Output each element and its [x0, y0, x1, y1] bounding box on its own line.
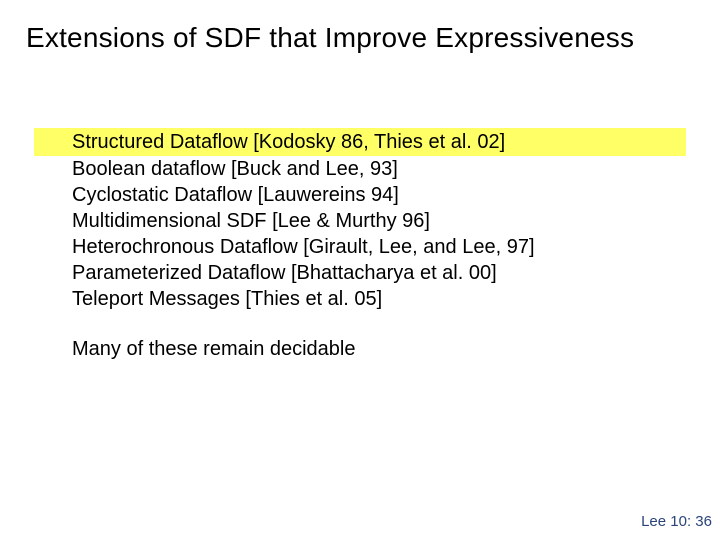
list-item: Cyclostatic Dataflow [Lauwereins 94]	[34, 182, 686, 208]
slide: Extensions of SDF that Improve Expressiv…	[0, 0, 720, 540]
body-content: Structured Dataflow [Kodosky 86, Thies e…	[34, 128, 686, 362]
list-item: Boolean dataflow [Buck and Lee, 93]	[34, 156, 686, 182]
note-line: Many of these remain decidable	[34, 336, 686, 362]
slide-footer: Lee 10: 36	[641, 513, 712, 530]
list-item: Structured Dataflow [Kodosky 86, Thies e…	[34, 128, 686, 156]
slide-title: Extensions of SDF that Improve Expressiv…	[26, 22, 700, 54]
list-item: Multidimensional SDF [Lee & Murthy 96]	[34, 208, 686, 234]
list-item: Parameterized Dataflow [Bhattacharya et …	[34, 260, 686, 286]
spacer	[34, 312, 686, 336]
list-item: Teleport Messages [Thies et al. 05]	[34, 286, 686, 312]
highlighted-item: Structured Dataflow [Kodosky 86, Thies e…	[34, 128, 686, 156]
list-item: Heterochronous Dataflow [Girault, Lee, a…	[34, 234, 686, 260]
